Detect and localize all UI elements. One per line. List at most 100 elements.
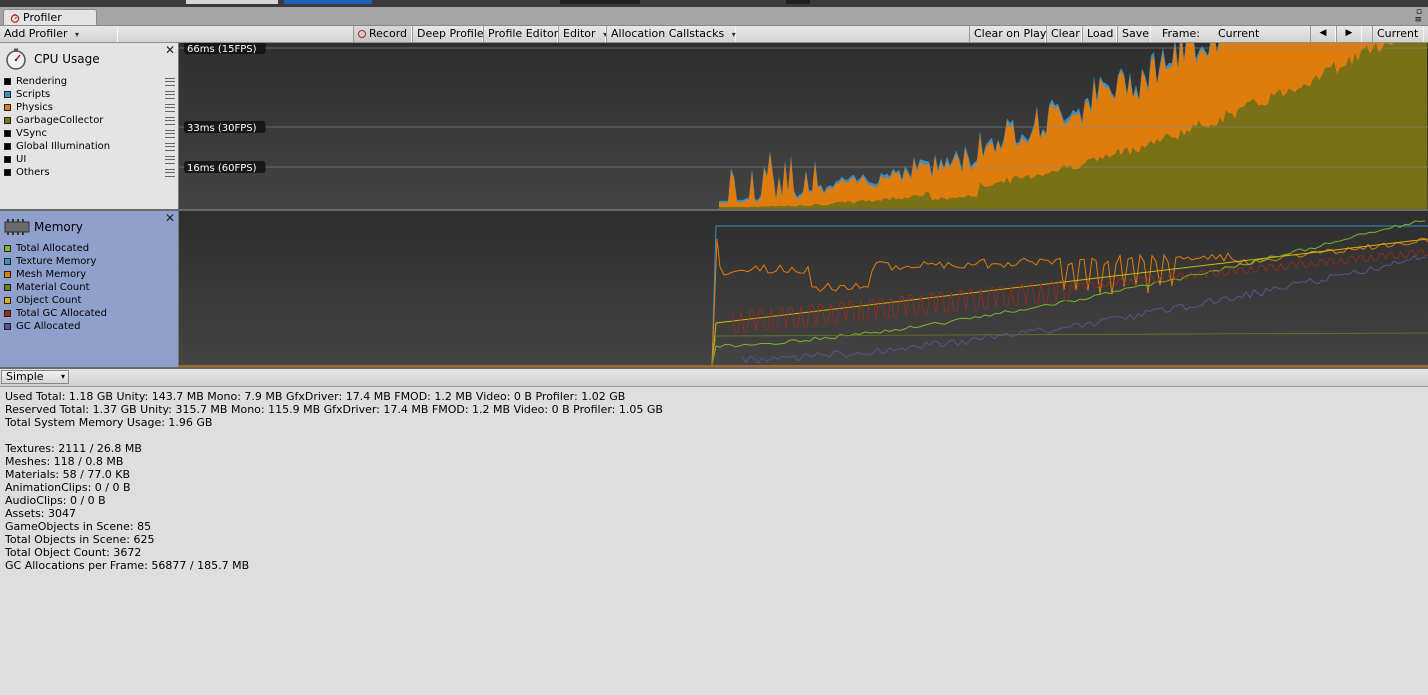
detail-line: GC Allocations per Frame: 56877 / 185.7 … [5, 559, 250, 572]
legend-swatch [4, 258, 11, 265]
prev-frame-button[interactable]: ◀ [1310, 26, 1336, 42]
allocation-callstacks-dropdown[interactable]: Allocation Callstacks [606, 26, 736, 42]
tab-menu-icon[interactable]: ≡ [1414, 16, 1422, 25]
deep-profile-label: Deep Profile [417, 27, 484, 40]
legend-label: Total Allocated [16, 243, 90, 254]
legend-swatch [4, 245, 11, 252]
frame-label: Frame: [1162, 27, 1200, 40]
legend-swatch [4, 117, 11, 124]
legend-swatch [4, 130, 11, 137]
legend-swatch [4, 169, 11, 176]
clear-button[interactable]: Clear [1046, 26, 1082, 42]
profiler-tab[interactable]: Profiler [3, 9, 97, 25]
cpu-legend-item[interactable]: Rendering [4, 75, 176, 88]
profile-editor-button[interactable]: Profile Editor [483, 26, 558, 42]
add-profiler-dropdown[interactable]: Add Profiler [0, 26, 118, 42]
detail-line: Used Total: 1.18 GB Unity: 143.7 MB Mono… [5, 390, 626, 403]
memory-legend-item[interactable]: Object Count [4, 294, 176, 307]
legend-label: Object Count [16, 295, 82, 306]
memory-legend-item[interactable]: Total GC Allocated [4, 307, 176, 320]
detail-line: Materials: 58 / 77.0 KB [5, 468, 131, 481]
drag-handle-icon[interactable] [165, 91, 175, 99]
close-icon[interactable]: ✕ [165, 43, 175, 57]
memory-legend-item[interactable]: Material Count [4, 281, 176, 294]
legend-swatch [4, 143, 11, 150]
host-tab-1 [186, 0, 278, 4]
editor-label: Editor [563, 27, 596, 40]
host-tab-2 [284, 0, 372, 4]
drag-handle-icon[interactable] [165, 117, 175, 125]
legend-label: GC Allocated [16, 321, 81, 332]
drag-handle-icon[interactable] [165, 143, 175, 151]
allocation-callstacks-label: Allocation Callstacks [611, 27, 725, 40]
cpu-usage-chart[interactable]: 66ms (15FPS) 33ms (30FPS) 16ms (60FPS) [179, 43, 1428, 209]
legend-label: GarbageCollector [16, 115, 104, 126]
legend-label: Others [16, 167, 50, 178]
window-controls: ▫ ≡ [1404, 8, 1422, 25]
memory-details-panel: Used Total: 1.18 GB Unity: 143.7 MB Mono… [0, 387, 1428, 695]
legend-label: Mesh Memory [16, 269, 87, 280]
detail-line: Total System Memory Usage: 1.96 GB [5, 416, 213, 429]
deep-profile-button[interactable]: Deep Profile [412, 26, 484, 42]
load-button[interactable]: Load [1082, 26, 1117, 42]
drag-handle-icon[interactable] [165, 78, 175, 86]
current-frame-button[interactable]: Current [1372, 26, 1424, 42]
legend-swatch [4, 323, 11, 330]
profiler-tab-label: Profiler [23, 11, 62, 24]
profiler-toolbar: Add Profiler Record Deep Profile Profile… [0, 26, 1428, 43]
detail-line: AudioClips: 0 / 0 B [5, 494, 106, 507]
memory-legend-item[interactable]: Texture Memory [4, 255, 176, 268]
details-toolbar: Simple ▾ [0, 369, 1428, 387]
legend-swatch [4, 271, 11, 278]
drag-handle-icon[interactable] [165, 130, 175, 138]
cpu-legend-item[interactable]: VSync [4, 127, 176, 140]
cpu-legend-item[interactable]: UI [4, 153, 176, 166]
legend-label: Global Illumination [16, 141, 111, 152]
memory-legend-item[interactable]: GC Allocated [4, 320, 176, 333]
record-label: Record [369, 27, 408, 40]
legend-swatch [4, 78, 11, 85]
next-frame-icon: ▶ [1345, 28, 1353, 38]
cpu-legend-item[interactable]: Global Illumination [4, 140, 176, 153]
host-window-strip [0, 0, 1428, 7]
cpu-legend-item[interactable]: Physics [4, 101, 176, 114]
drag-handle-icon[interactable] [165, 169, 175, 177]
window-tab-row: Profiler ▫ ≡ [0, 7, 1428, 26]
legend-label: Physics [16, 102, 53, 113]
legend-label: VSync [16, 128, 47, 139]
cpu-usage-title: CPU Usage [34, 52, 100, 66]
save-button[interactable]: Save [1117, 26, 1151, 42]
memory-legend-item[interactable]: Mesh Memory [4, 268, 176, 281]
memory-panel[interactable]: Memory ✕ Total Allocated Texture Memory Me… [0, 211, 179, 367]
memory-legend-item[interactable]: Total Allocated [4, 242, 176, 255]
cpu-legend-item[interactable]: GarbageCollector [4, 114, 176, 127]
drag-handle-icon[interactable] [165, 156, 175, 164]
reference-label: 66ms (15FPS) [187, 44, 257, 55]
close-icon[interactable]: ✕ [165, 211, 175, 225]
cpu-legend-item[interactable]: Others [4, 166, 176, 179]
cpu-legend-item[interactable]: Scripts [4, 88, 176, 101]
record-icon [358, 30, 366, 38]
memory-chart[interactable] [179, 211, 1428, 367]
legend-swatch [4, 156, 11, 163]
next-frame-button[interactable]: ▶ [1336, 26, 1362, 42]
detail-line: Assets: 3047 [5, 507, 76, 520]
load-label: Load [1087, 27, 1114, 40]
editor-dropdown[interactable]: Editor [558, 26, 606, 42]
legend-swatch [4, 297, 11, 304]
profile-editor-label: Profile Editor [488, 27, 559, 40]
cpu-usage-panel[interactable]: CPU Usage ✕ Rendering Scripts Physics Garba… [0, 43, 179, 209]
memory-title: Memory [34, 220, 83, 234]
memory-chip-icon [4, 219, 30, 235]
legend-label: UI [16, 154, 27, 165]
drag-handle-icon[interactable] [165, 104, 175, 112]
memory-chart-background [179, 211, 1428, 367]
detail-line: Total Object Count: 3672 [5, 546, 142, 559]
reference-label: 16ms (60FPS) [187, 163, 257, 174]
frame-value: Current [1218, 27, 1260, 40]
clear-on-play-toggle[interactable]: Clear on Play [969, 26, 1046, 42]
legend-swatch [4, 91, 11, 98]
detail-line: Reserved Total: 1.37 GB Unity: 315.7 MB … [5, 403, 663, 416]
view-mode-dropdown[interactable]: Simple ▾ [1, 370, 69, 384]
record-button[interactable]: Record [353, 26, 412, 42]
